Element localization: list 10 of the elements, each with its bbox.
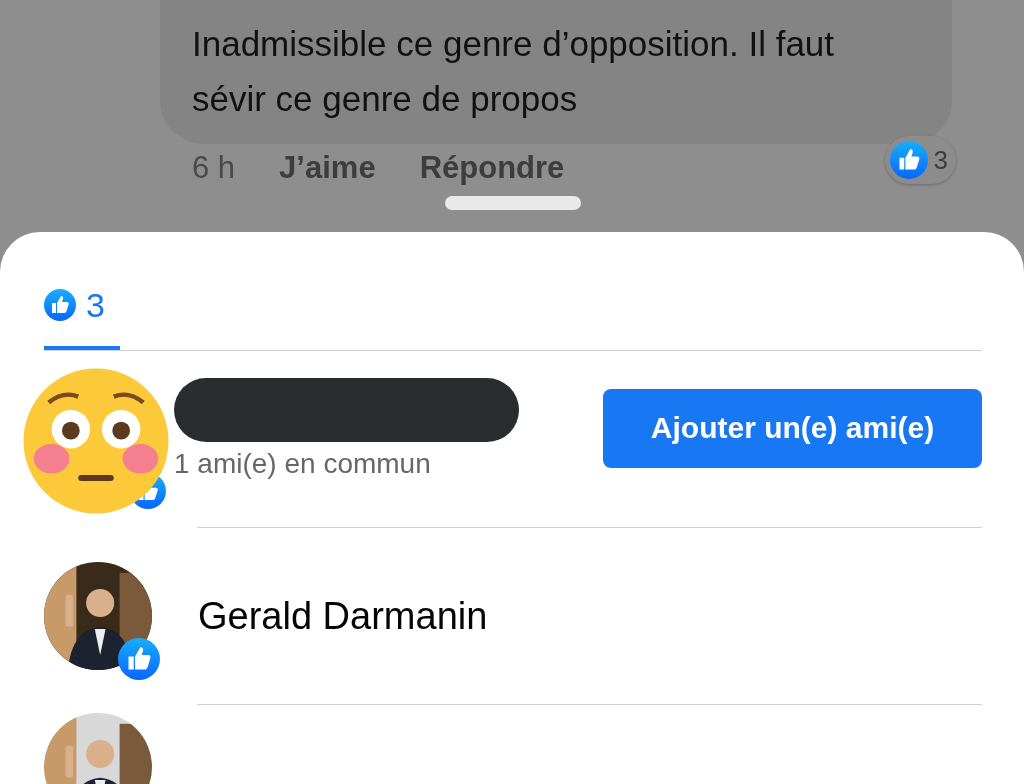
reply-link[interactable]: Répondre xyxy=(419,150,565,186)
reaction-tab[interactable]: 3 xyxy=(44,232,120,350)
person-name[interactable]: Gerald Darmanin xyxy=(198,594,488,638)
add-friend-button[interactable]: Ajouter un(e) ami(e) xyxy=(603,388,982,468)
reaction-count: 3 xyxy=(933,144,948,176)
like-link[interactable]: J’aime xyxy=(279,150,376,186)
reaction-badge[interactable]: 3 xyxy=(884,136,956,184)
comment-text: Inadmissible ce genre d’opposition. Il faut sévir ce genre de propos xyxy=(192,23,836,120)
mutual-friends: 1 ami(e) en commun xyxy=(174,448,432,480)
comment-time: 6 h xyxy=(192,150,236,186)
